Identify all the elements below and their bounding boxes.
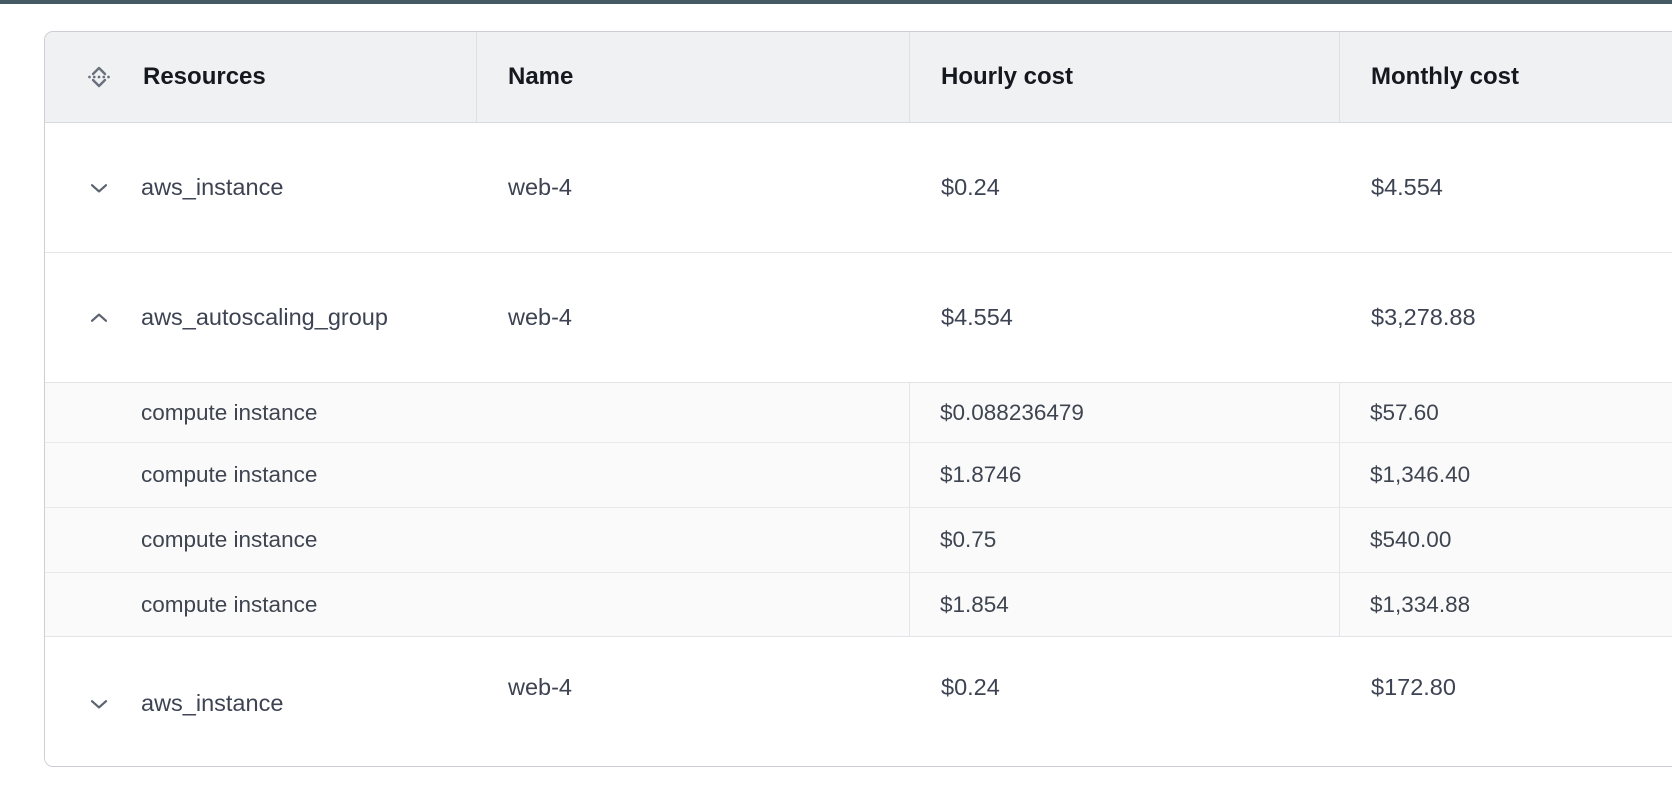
resource-type: aws_instance [141,174,283,201]
table-row-resource[interactable]: aws_instance web-4 $0.24 $172.80 [45,637,1672,766]
chevron-down-icon[interactable] [89,698,109,710]
column-header-label: Hourly cost [941,63,1073,91]
drag-reorder-icon[interactable] [85,63,113,91]
column-header-label: Name [508,63,573,91]
name-cell: web-4 [477,637,910,766]
hourly-cost-cell: $0.088236479 [910,383,1340,442]
table-header-row: Resources Name Hourly cost Monthly cost [45,32,1672,123]
table-row-resource[interactable]: aws_instance web-4 $0.24 $4.554 [45,123,1672,253]
chevron-down-icon[interactable] [89,182,109,194]
resource-type: aws_instance [141,690,283,717]
column-header-label: Resources [143,63,266,91]
name-cell: web-4 [477,123,910,252]
resource-type: aws_autoscaling_group [141,304,388,331]
hourly-cost-cell: $0.75 [910,508,1340,572]
monthly-cost-cell: $1,346.40 [1340,443,1672,507]
hourly-cost-cell: $0.24 [910,637,1340,766]
resource-cell: aws_instance [45,123,477,252]
cost-component-label-cell: compute instance [45,508,910,572]
chevron-up-icon[interactable] [89,312,109,324]
resource-cell: aws_instance [45,639,477,767]
cost-component-label-cell: compute instance [45,573,910,636]
table-row-resource[interactable]: aws_autoscaling_group web-4 $4.554 $3,27… [45,253,1672,383]
table-row-cost-component: compute instance $1.854 $1,334.88 [45,573,1672,637]
monthly-cost-cell: $1,334.88 [1340,573,1672,636]
column-header-resources: Resources [45,32,477,122]
top-accent-bar [0,0,1672,4]
column-header-label: Monthly cost [1371,63,1519,91]
resource-cell: aws_autoscaling_group [45,253,477,382]
monthly-cost-cell: $4.554 [1340,123,1672,252]
table-row-cost-component: compute instance $0.088236479 $57.60 [45,383,1672,443]
column-header-hourly-cost: Hourly cost [910,32,1340,122]
monthly-cost-cell: $3,278.88 [1340,253,1672,382]
resources-cost-table: Resources Name Hourly cost Monthly cost … [44,31,1672,767]
name-cell: web-4 [477,253,910,382]
hourly-cost-cell: $1.854 [910,573,1340,636]
cost-component-label-cell: compute instance [45,443,910,507]
monthly-cost-cell: $57.60 [1340,383,1672,442]
hourly-cost-cell: $0.24 [910,123,1340,252]
cost-component-label-cell: compute instance [45,383,910,442]
table-row-cost-component: compute instance $0.75 $540.00 [45,508,1672,573]
hourly-cost-cell: $4.554 [910,253,1340,382]
column-header-name: Name [477,32,910,122]
table-row-cost-component: compute instance $1.8746 $1,346.40 [45,443,1672,508]
column-header-monthly-cost: Monthly cost [1340,32,1672,122]
monthly-cost-cell: $172.80 [1340,637,1672,766]
hourly-cost-cell: $1.8746 [910,443,1340,507]
monthly-cost-cell: $540.00 [1340,508,1672,572]
